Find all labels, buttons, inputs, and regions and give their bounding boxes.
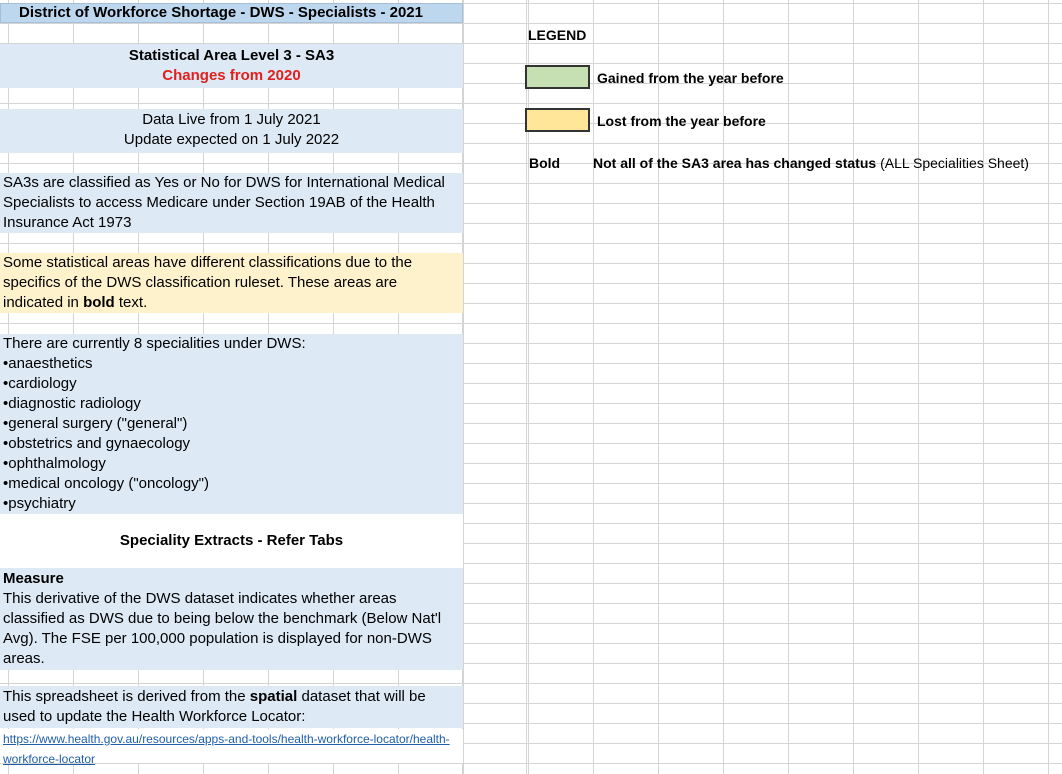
sa3-heading: Statistical Area Level 3 - SA3 bbox=[128, 47, 335, 64]
update-expected-text: Update expected on 1 July 2022 bbox=[123, 131, 340, 148]
extracts-heading: Speciality Extracts - Refer Tabs bbox=[0, 514, 463, 568]
bold-word: bold bbox=[83, 294, 115, 311]
speciality-item: •cardiology bbox=[3, 375, 77, 392]
data-live-text: Data Live from 1 July 2021 bbox=[142, 111, 321, 128]
gained-label: Gained from the year before bbox=[597, 70, 784, 86]
ruleset-note: Some statistical areas have different cl… bbox=[0, 253, 463, 313]
speciality-item: •ophthalmology bbox=[3, 455, 106, 472]
changes-label: Changes from 2020 bbox=[162, 67, 301, 84]
locator-link[interactable]: https://www.health.gov.au/resources/apps… bbox=[3, 732, 450, 766]
measure-heading: Measure bbox=[3, 570, 64, 587]
sa3-block: Statistical Area Level 3 - SA3 Changes f… bbox=[0, 44, 463, 88]
speciality-item: •obstetrics and gynaecology bbox=[3, 435, 191, 452]
lost-swatch bbox=[525, 108, 590, 132]
dates-block: Data Live from 1 July 2021 Update expect… bbox=[0, 109, 463, 153]
bold-description: Not all of the SA3 area has changed stat… bbox=[593, 155, 1029, 171]
speciality-item: •anaesthetics bbox=[3, 355, 93, 372]
gained-swatch bbox=[525, 65, 590, 89]
measure-block: Measure This derivative of the DWS datas… bbox=[0, 568, 463, 670]
specialities-list: There are currently 8 specialities under… bbox=[0, 334, 463, 514]
locator-link-cell: https://www.health.gov.au/resources/apps… bbox=[0, 729, 463, 766]
speciality-item: •medical oncology ("oncology") bbox=[3, 475, 210, 492]
derived-text: This spreadsheet is derived from the spa… bbox=[0, 686, 463, 728]
measure-text: This derivative of the DWS dataset indic… bbox=[3, 590, 442, 667]
lost-label: Lost from the year before bbox=[597, 113, 766, 129]
specialities-intro: There are currently 8 specialities under… bbox=[3, 335, 306, 352]
classification-text: SA3s are classified as Yes or No for DWS… bbox=[0, 173, 463, 233]
speciality-item: •psychiatry bbox=[3, 495, 76, 512]
legend-heading: LEGEND bbox=[528, 27, 587, 43]
speciality-item: •diagnostic radiology bbox=[3, 395, 141, 412]
sheet-title: District of Workforce Shortage - DWS - S… bbox=[0, 3, 463, 23]
speciality-item: •general surgery ("general") bbox=[3, 415, 188, 432]
bold-key: Bold bbox=[529, 155, 561, 171]
